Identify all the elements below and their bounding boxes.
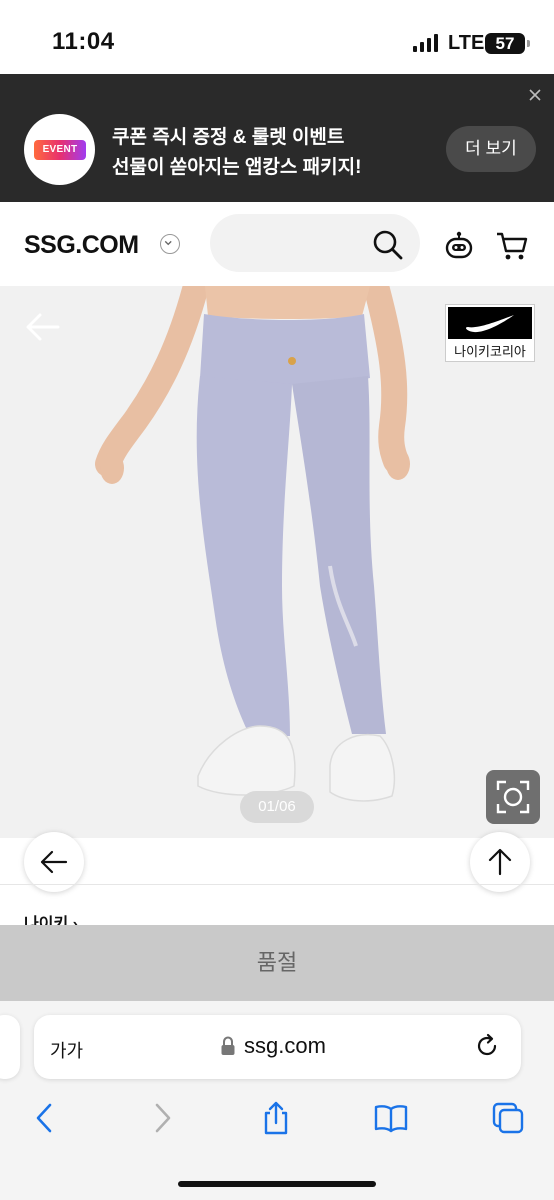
soldout-button[interactable]: 품절: [0, 925, 554, 1001]
tabs-icon[interactable]: [491, 1101, 525, 1135]
status-time: 11:04: [52, 28, 115, 55]
text-size-button[interactable]: 가가: [50, 1037, 83, 1063]
divider: [0, 884, 554, 885]
arrow-up-icon: [488, 848, 512, 876]
event-more-button[interactable]: 더 보기: [446, 126, 536, 172]
event-badge: EVENT: [24, 114, 95, 185]
arrow-left-icon: [40, 850, 68, 874]
scroll-top-button[interactable]: [470, 832, 530, 892]
product-image-carousel[interactable]: 나이키코리아 01/06: [0, 286, 554, 838]
site-header: SSG.COM: [0, 202, 554, 286]
status-bar: 11:04 LTE 57: [0, 0, 554, 74]
address-bar[interactable]: 가가 ssg.com: [34, 1015, 521, 1079]
reload-icon[interactable]: [474, 1033, 500, 1059]
chevron-left-icon[interactable]: [28, 1101, 62, 1135]
ssg-logo[interactable]: SSG.COM: [24, 231, 139, 260]
url-text[interactable]: ssg.com: [244, 1033, 326, 1059]
event-subtitle: 선물이 쏟아지는 앱캉스 패키지!: [112, 157, 362, 178]
battery-icon: 57: [485, 33, 530, 54]
image-counter: 01/06: [240, 791, 314, 823]
product-photo: [95, 286, 410, 802]
signal-icon: [413, 34, 438, 52]
cart-icon[interactable]: [495, 230, 529, 262]
event-badge-label: EVENT: [34, 140, 86, 160]
camera-scan-icon: [496, 780, 530, 814]
home-indicator: [178, 1181, 376, 1187]
chevron-right-icon[interactable]: [145, 1101, 179, 1135]
event-banner[interactable]: EVENT 쿠폰 즉시 증정 & 룰렛 이벤트 선물이 쏟아지는 앱캉스 패키지…: [0, 74, 554, 202]
close-icon[interactable]: [528, 88, 542, 102]
arrow-left-icon[interactable]: [24, 312, 60, 342]
bookmarks-icon[interactable]: [374, 1101, 408, 1135]
event-title: 쿠폰 즉시 증정 & 룰렛 이벤트: [112, 127, 345, 148]
browser-toolbar: 가가 ssg.com: [0, 1001, 554, 1200]
network-type: LTE: [448, 32, 485, 54]
chevron-down-icon[interactable]: [160, 234, 180, 254]
brand-badge[interactable]: 나이키코리아: [445, 304, 535, 362]
lock-icon: [221, 1036, 235, 1055]
previous-tab-preview[interactable]: [0, 1015, 20, 1079]
back-button[interactable]: [24, 832, 84, 892]
share-icon[interactable]: [259, 1101, 293, 1135]
chatbot-icon[interactable]: [443, 230, 475, 262]
search-icon[interactable]: [372, 229, 404, 261]
nike-logo: [448, 307, 532, 339]
image-search-button[interactable]: [486, 770, 540, 824]
brand-badge-label: 나이키코리아: [454, 344, 526, 359]
